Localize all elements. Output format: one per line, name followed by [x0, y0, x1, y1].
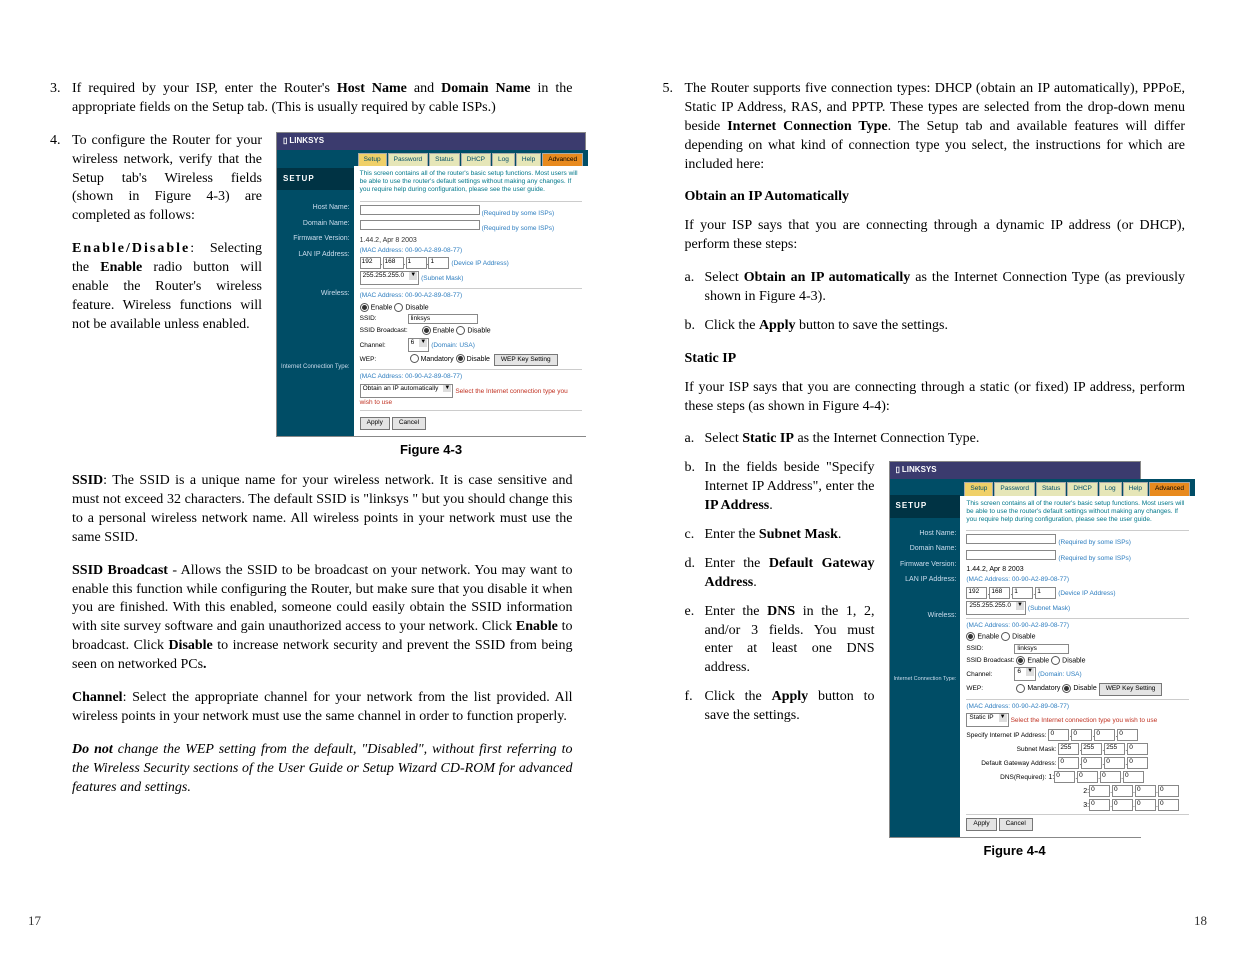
channel-para: Channel: Select the appropriate channel …	[72, 689, 573, 727]
subnet-select[interactable]: 255.255.255.0	[360, 271, 420, 285]
tab-dhcp[interactable]: DHCP	[461, 153, 491, 167]
wireless-disable-radio[interactable]	[394, 303, 403, 312]
ssid-input[interactable]: linksys	[408, 314, 478, 324]
ip-4[interactable]: 1	[428, 257, 449, 269]
step-3-text: If required by your ISP, enter the Route…	[72, 80, 573, 118]
tab-status[interactable]: Status	[429, 153, 459, 167]
static-ip-select[interactable]: Static IP	[966, 713, 1008, 727]
ip-2[interactable]: 168	[383, 257, 404, 269]
obtain-text: If your ISP says that you are connecting…	[685, 217, 1186, 255]
apply-button[interactable]: Apply	[360, 417, 390, 429]
step-4: 4. To configure the Router for your wire…	[50, 132, 573, 458]
tab-advanced[interactable]: Advanced	[542, 153, 583, 167]
figure-4-4-screenshot: ▯ LINKSYS SETUP Host Name: Domain Name: …	[889, 461, 1141, 837]
host-name-input[interactable]	[360, 205, 480, 215]
ssid-broadcast-disable[interactable]	[456, 326, 465, 335]
cancel-button-2[interactable]: Cancel	[999, 818, 1033, 830]
channel-select[interactable]: 6	[408, 338, 430, 352]
ip-3[interactable]: 1	[406, 257, 427, 269]
obtain-heading: Obtain an IP Automatically	[685, 188, 1186, 207]
page-number-17: 17	[28, 912, 41, 930]
wep-disable-radio[interactable]	[456, 354, 465, 363]
wireless-enable-radio[interactable]	[360, 303, 369, 312]
ssid-broadcast-enable[interactable]	[422, 326, 431, 335]
ssid-broadcast-para: SSID Broadcast - Allows the SSID to be b…	[72, 562, 573, 675]
figure-4-3-caption: Figure 4-3	[276, 441, 586, 459]
enable-disable-para: Enable/Disable: Selecting the Enable rad…	[72, 240, 262, 334]
step-3: 3. If required by your ISP, enter the Ro…	[50, 80, 573, 118]
ssid-para: SSID: The SSID is a unique name for your…	[72, 472, 573, 548]
cancel-button[interactable]: Cancel	[392, 417, 426, 429]
wep-warning-para: Do not change the WEP setting from the d…	[72, 741, 573, 798]
figure-4-3-screenshot: ▯ LINKSYS SETUP Host Name: Domain Name: …	[276, 132, 586, 437]
step-4-text: To configure the Router for your wireles…	[72, 132, 262, 226]
static-heading: Static IP	[685, 350, 1186, 369]
wep-mandatory-radio[interactable]	[410, 354, 419, 363]
step-3-num: 3.	[50, 80, 72, 118]
wep-key-setting-button[interactable]: WEP Key Setting	[494, 354, 558, 366]
step-4-num: 4.	[50, 132, 72, 458]
ip-1[interactable]: 192	[360, 257, 381, 269]
apply-button-2[interactable]: Apply	[966, 818, 996, 830]
figure-4-4-caption: Figure 4-4	[889, 842, 1141, 860]
page-17: 3. If required by your ISP, enter the Ro…	[0, 0, 618, 954]
page-spread: 3. If required by your ISP, enter the Ro…	[0, 0, 1235, 954]
domain-name-input[interactable]	[360, 220, 480, 230]
tab-help[interactable]: Help	[516, 153, 541, 167]
connection-type-select[interactable]: Obtain an IP automatically	[360, 384, 454, 398]
step-5: 5. The Router supports five connection t…	[663, 80, 1186, 174]
tab-password[interactable]: Password	[388, 153, 429, 167]
tab-log[interactable]: Log	[492, 153, 515, 167]
figure-4-3-wrap: ▯ LINKSYS SETUP Host Name: Domain Name: …	[276, 132, 586, 458]
tab-setup[interactable]: Setup	[358, 153, 387, 167]
figure-4-4-wrap: ▯ LINKSYS SETUP Host Name: Domain Name: …	[889, 459, 1141, 859]
page-number-18: 18	[1194, 912, 1207, 930]
page-18: 5. The Router supports five connection t…	[618, 0, 1235, 954]
static-text: If your ISP says that you are connecting…	[685, 379, 1186, 417]
